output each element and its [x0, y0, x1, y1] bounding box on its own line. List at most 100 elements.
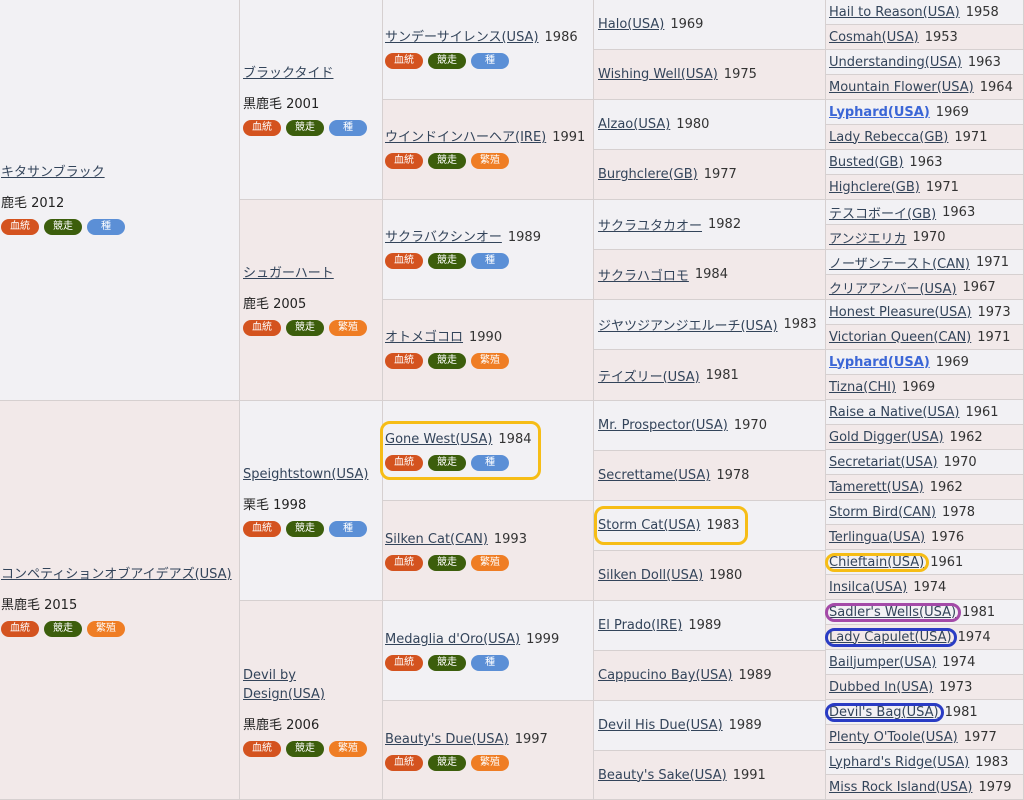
horse-name-link[interactable]: El Prado(IRE) [598, 618, 682, 633]
horse-name-link[interactable]: テイズリー(USA) [598, 366, 700, 385]
horse-name-link[interactable]: サクラユタカオー [598, 215, 702, 234]
breeding-badge[interactable]: 繁殖 [471, 555, 509, 571]
horse-name-link[interactable]: Speightstown(USA) [243, 467, 368, 482]
bloodline-badge[interactable]: 血統 [1, 219, 39, 235]
horse-name-link[interactable]: Understanding(USA) [829, 55, 962, 70]
bloodline-badge[interactable]: 血統 [243, 320, 281, 336]
bloodline-badge[interactable]: 血統 [1, 621, 39, 637]
horse-name-link[interactable]: Cappucino Bay(USA) [598, 668, 733, 683]
horse-name-link[interactable]: Devil His Due(USA) [598, 718, 723, 733]
horse-name-link[interactable]: Tizna(CHI) [829, 380, 896, 395]
bloodline-badge[interactable]: 血統 [243, 120, 281, 136]
horse-name-link[interactable]: Devil by Design(USA) [243, 668, 325, 702]
bloodline-badge[interactable]: 血統 [385, 353, 423, 369]
horse-name-link[interactable]: Gone West(USA) [385, 432, 492, 447]
racing-badge[interactable]: 競走 [428, 53, 466, 69]
horse-name-link[interactable]: Chieftain(USA) [829, 555, 924, 570]
horse-name-link[interactable]: Bailjumper(USA) [829, 655, 936, 670]
horse-name-link[interactable]: コンペティションオブアイデアズ(USA) [1, 567, 232, 582]
horse-name-link[interactable]: サンデーサイレンス(USA) [385, 30, 539, 45]
racing-badge[interactable]: 競走 [286, 741, 324, 757]
horse-name-link[interactable]: Mr. Prospector(USA) [598, 418, 728, 433]
horse-name-link[interactable]: Secrettame(USA) [598, 468, 710, 483]
horse-name-link[interactable]: Hail to Reason(USA) [829, 5, 960, 20]
sire-badge[interactable]: 種 [471, 655, 509, 671]
horse-name-link[interactable]: Alzao(USA) [598, 117, 670, 132]
horse-name-link[interactable]: Tamerett(USA) [829, 480, 924, 495]
horse-name-link[interactable]: テスコボーイ(GB) [829, 203, 936, 222]
horse-name-link[interactable]: Storm Cat(USA) [598, 518, 700, 533]
racing-badge[interactable]: 競走 [428, 655, 466, 671]
horse-name-link[interactable]: アンジエリカ [829, 228, 906, 247]
breeding-badge[interactable]: 繁殖 [471, 153, 509, 169]
horse-name-link[interactable]: シュガーハート [243, 266, 334, 281]
breeding-badge[interactable]: 繁殖 [329, 741, 367, 757]
horse-name-link[interactable]: ジヤツジアンジエルーチ(USA) [598, 315, 778, 334]
horse-name-link[interactable]: Honest Pleasure(USA) [829, 305, 972, 320]
horse-name-link[interactable]: Insilca(USA) [829, 580, 907, 595]
horse-name-link[interactable]: ウインドインハーヘア(IRE) [385, 130, 546, 145]
horse-name-link[interactable]: サクラバクシンオー [385, 230, 502, 245]
horse-name-link[interactable]: キタサンブラック [1, 165, 105, 180]
bloodline-badge[interactable]: 血統 [385, 755, 423, 771]
horse-name-link[interactable]: Lady Rebecca(GB) [829, 130, 948, 145]
horse-name-link[interactable]: Secretariat(USA) [829, 455, 938, 470]
horse-name-link[interactable]: Victorian Queen(CAN) [829, 330, 971, 345]
racing-badge[interactable]: 競走 [428, 253, 466, 269]
racing-badge[interactable]: 競走 [286, 521, 324, 537]
horse-name-link[interactable]: Beauty's Due(USA) [385, 732, 509, 747]
horse-name-link[interactable]: Cosmah(USA) [829, 30, 919, 45]
racing-badge[interactable]: 競走 [286, 320, 324, 336]
bloodline-badge[interactable]: 血統 [385, 455, 423, 471]
sire-badge[interactable]: 種 [471, 455, 509, 471]
breeding-badge[interactable]: 繁殖 [87, 621, 125, 637]
horse-name-link[interactable]: Lyphard(USA) [829, 105, 930, 120]
horse-name-link[interactable]: Gold Digger(USA) [829, 430, 944, 445]
horse-name-link[interactable]: Halo(USA) [598, 17, 664, 32]
horse-name-link[interactable]: Highclere(GB) [829, 180, 920, 195]
bloodline-badge[interactable]: 血統 [385, 153, 423, 169]
horse-name-link[interactable]: Beauty's Sake(USA) [598, 768, 727, 783]
horse-name-link[interactable]: Medaglia d'Oro(USA) [385, 632, 520, 647]
sire-badge[interactable]: 種 [329, 521, 367, 537]
horse-name-link[interactable]: Raise a Native(USA) [829, 405, 959, 420]
horse-name-link[interactable]: Terlingua(USA) [829, 530, 925, 545]
horse-name-link[interactable]: Dubbed In(USA) [829, 680, 933, 695]
horse-name-link[interactable]: Devil's Bag(USA) [829, 705, 939, 720]
horse-name-link[interactable]: クリアアンバー(USA) [829, 278, 957, 297]
horse-name-link[interactable]: オトメゴコロ [385, 330, 463, 345]
breeding-badge[interactable]: 繁殖 [329, 320, 367, 336]
horse-name-link[interactable]: Burghclere(GB) [598, 167, 698, 182]
racing-badge[interactable]: 競走 [428, 455, 466, 471]
racing-badge[interactable]: 競走 [428, 353, 466, 369]
horse-name-link[interactable]: Lady Capulet(USA) [829, 630, 952, 645]
horse-name-link[interactable]: Plenty O'Toole(USA) [829, 730, 958, 745]
racing-badge[interactable]: 競走 [286, 120, 324, 136]
bloodline-badge[interactable]: 血統 [385, 53, 423, 69]
breeding-badge[interactable]: 繁殖 [471, 353, 509, 369]
horse-name-link[interactable]: Sadler's Wells(USA) [829, 605, 956, 620]
horse-name-link[interactable]: Mountain Flower(USA) [829, 80, 974, 95]
bloodline-badge[interactable]: 血統 [385, 655, 423, 671]
bloodline-badge[interactable]: 血統 [385, 555, 423, 571]
sire-badge[interactable]: 種 [329, 120, 367, 136]
breeding-badge[interactable]: 繁殖 [471, 755, 509, 771]
horse-name-link[interactable]: Silken Doll(USA) [598, 568, 703, 583]
sire-badge[interactable]: 種 [471, 53, 509, 69]
bloodline-badge[interactable]: 血統 [385, 253, 423, 269]
horse-name-link[interactable]: Lyphard's Ridge(USA) [829, 755, 969, 770]
racing-badge[interactable]: 競走 [44, 621, 82, 637]
racing-badge[interactable]: 競走 [428, 755, 466, 771]
horse-name-link[interactable]: Busted(GB) [829, 155, 903, 170]
horse-name-link[interactable]: Lyphard(USA) [829, 355, 930, 370]
horse-name-link[interactable]: Miss Rock Island(USA) [829, 780, 972, 795]
horse-name-link[interactable]: Storm Bird(CAN) [829, 505, 936, 520]
horse-name-link[interactable]: サクラハゴロモ [598, 265, 689, 284]
horse-name-link[interactable]: Silken Cat(CAN) [385, 532, 488, 547]
horse-name-link[interactable]: Wishing Well(USA) [598, 67, 718, 82]
bloodline-badge[interactable]: 血統 [243, 521, 281, 537]
horse-name-link[interactable]: ノーザンテースト(CAN) [829, 253, 970, 272]
sire-badge[interactable]: 種 [471, 253, 509, 269]
bloodline-badge[interactable]: 血統 [243, 741, 281, 757]
racing-badge[interactable]: 競走 [428, 555, 466, 571]
